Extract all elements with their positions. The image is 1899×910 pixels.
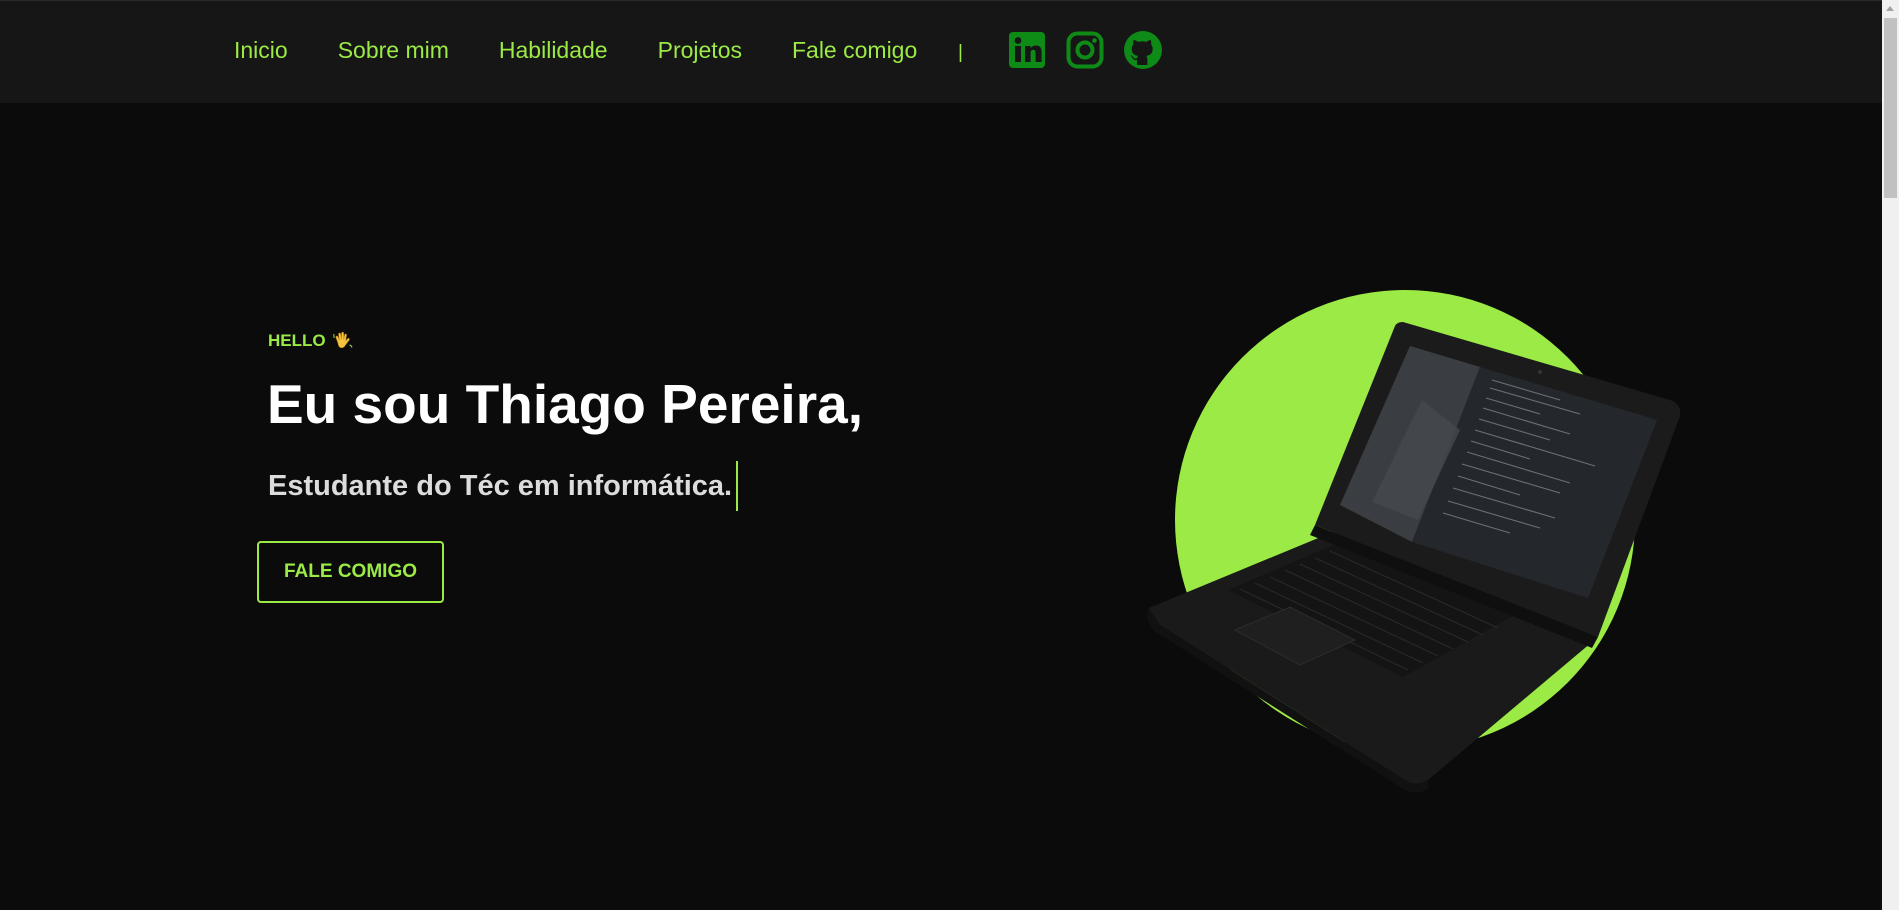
hero-subtitle: Estudante do Téc em informática. xyxy=(268,461,739,511)
navbar: Inicio Sobre mim Habilidade Projetos Fal… xyxy=(0,0,1882,103)
linkedin-icon[interactable] xyxy=(1007,30,1047,70)
scroll-up-arrow-icon[interactable] xyxy=(1882,0,1899,17)
nav-link-fale-comigo[interactable]: Fale comigo xyxy=(792,37,917,64)
hero-greeting: HELLO xyxy=(268,330,354,352)
laptop-image xyxy=(1147,290,1681,793)
github-icon[interactable] xyxy=(1123,30,1163,70)
waving-hand-icon xyxy=(332,330,354,352)
hero-subtitle-text: Estudante do Téc em informática. xyxy=(268,469,733,502)
scroll-thumb[interactable] xyxy=(1884,18,1897,198)
nav-links: Inicio Sobre mim Habilidade Projetos Fal… xyxy=(234,37,967,64)
typing-caret xyxy=(736,461,739,511)
nav-separator: | xyxy=(958,42,963,63)
nav-link-sobre-mim[interactable]: Sobre mim xyxy=(338,37,449,64)
hero-greeting-text: HELLO xyxy=(268,331,326,350)
page: Inicio Sobre mim Habilidade Projetos Fal… xyxy=(0,0,1882,910)
nav-link-habilidade[interactable]: Habilidade xyxy=(499,37,608,64)
hero-title: Eu sou Thiago Pereira, xyxy=(267,373,863,435)
contact-button[interactable]: FALE COMIGO xyxy=(257,541,444,603)
social-links xyxy=(1007,30,1163,70)
hero-image xyxy=(1140,280,1700,800)
vertical-scrollbar[interactable] xyxy=(1882,0,1899,910)
nav-link-inicio[interactable]: Inicio xyxy=(234,37,288,64)
nav-link-projetos[interactable]: Projetos xyxy=(658,37,742,64)
instagram-icon[interactable] xyxy=(1065,30,1105,70)
